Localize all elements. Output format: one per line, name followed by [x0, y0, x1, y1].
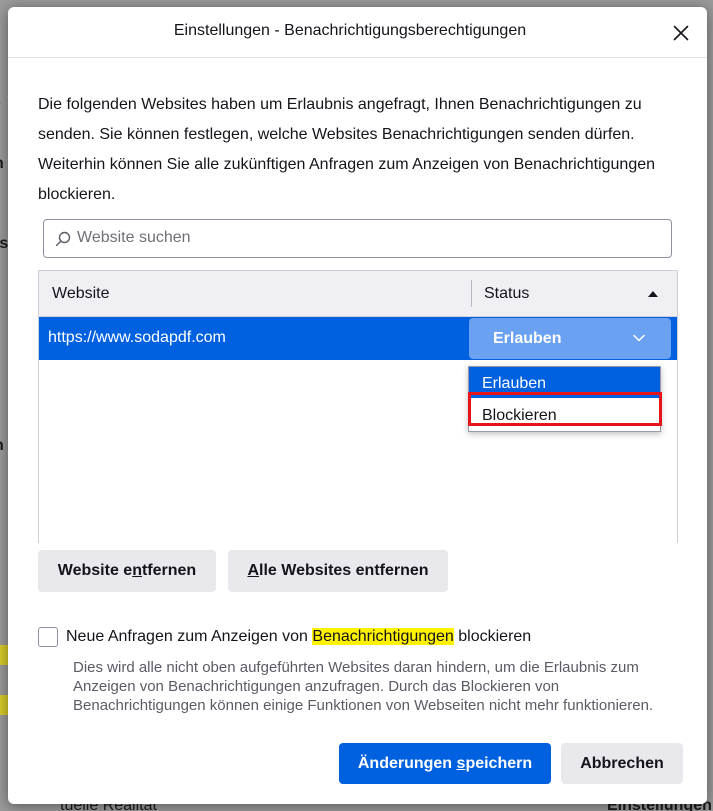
table-header: Website Status: [39, 271, 677, 317]
column-header-website[interactable]: Website: [52, 285, 110, 303]
bg-text-fragment: ts: [0, 235, 9, 252]
notification-permissions-dialog: Einstellungen - Benachrichtigungsberecht…: [8, 7, 707, 804]
dropdown-option-allow[interactable]: Erlauben: [469, 367, 660, 398]
access-key: n: [132, 562, 142, 579]
cancel-button[interactable]: Abbrechen: [561, 743, 683, 784]
remove-all-websites-button[interactable]: Alle Websites entfernen: [228, 550, 448, 592]
status-select-value: Erlauben: [493, 330, 562, 347]
remove-website-button[interactable]: Website entfernen: [38, 550, 216, 592]
label-text: Neue Anfragen zum Anzeigen von: [66, 628, 313, 645]
button-label: lle Websites entfernen: [259, 562, 429, 579]
close-icon: [673, 25, 689, 41]
label-text: blockieren: [453, 628, 532, 645]
bg-text-fragment: h: [0, 437, 4, 455]
block-requests-help: Dies wird alle nicht oben aufgeführten W…: [73, 659, 654, 714]
status-select[interactable]: Erlauben: [469, 318, 671, 359]
dialog-description: Die folgenden Websites haben um Erlaubni…: [38, 96, 656, 203]
label-highlight: Benachrichtigungen: [312, 628, 454, 645]
button-label: Website e: [57, 562, 133, 579]
status-dropdown-list: Erlauben Blockieren: [468, 366, 661, 432]
button-label: peichern: [465, 755, 533, 772]
dialog-title: Einstellungen - Benachrichtigungsberecht…: [173, 22, 527, 39]
chevron-down-icon: [633, 334, 645, 342]
column-header-status[interactable]: Status: [484, 285, 529, 303]
dropdown-option-block[interactable]: Blockieren: [469, 399, 660, 431]
button-label: Änderungen: [357, 755, 457, 772]
access-key: A: [247, 562, 260, 579]
website-search[interactable]: [43, 219, 672, 258]
table-row[interactable]: https://www.sodapdf.com Erlauben: [39, 317, 677, 360]
search-input[interactable]: [77, 227, 657, 249]
save-changes-button[interactable]: Änderungen speichern: [339, 743, 551, 784]
bg-text-fragment: n: [0, 155, 4, 173]
option-label: Blockieren: [482, 407, 557, 424]
block-requests-checkbox[interactable]: [38, 627, 58, 647]
block-requests-label[interactable]: Neue Anfragen zum Anzeigen von Benachric…: [66, 628, 531, 646]
sort-ascending-icon[interactable]: [647, 290, 659, 298]
button-label: tfernen: [141, 562, 197, 579]
site-url: https://www.sodapdf.com: [48, 329, 226, 346]
search-icon: [55, 231, 71, 247]
bg-text-fragment: e: [0, 95, 1, 113]
column-divider: [471, 280, 472, 307]
dialog-titlebar: Einstellungen - Benachrichtigungsberecht…: [8, 7, 707, 58]
option-label: Erlauben: [482, 375, 547, 392]
close-button[interactable]: [665, 17, 697, 49]
